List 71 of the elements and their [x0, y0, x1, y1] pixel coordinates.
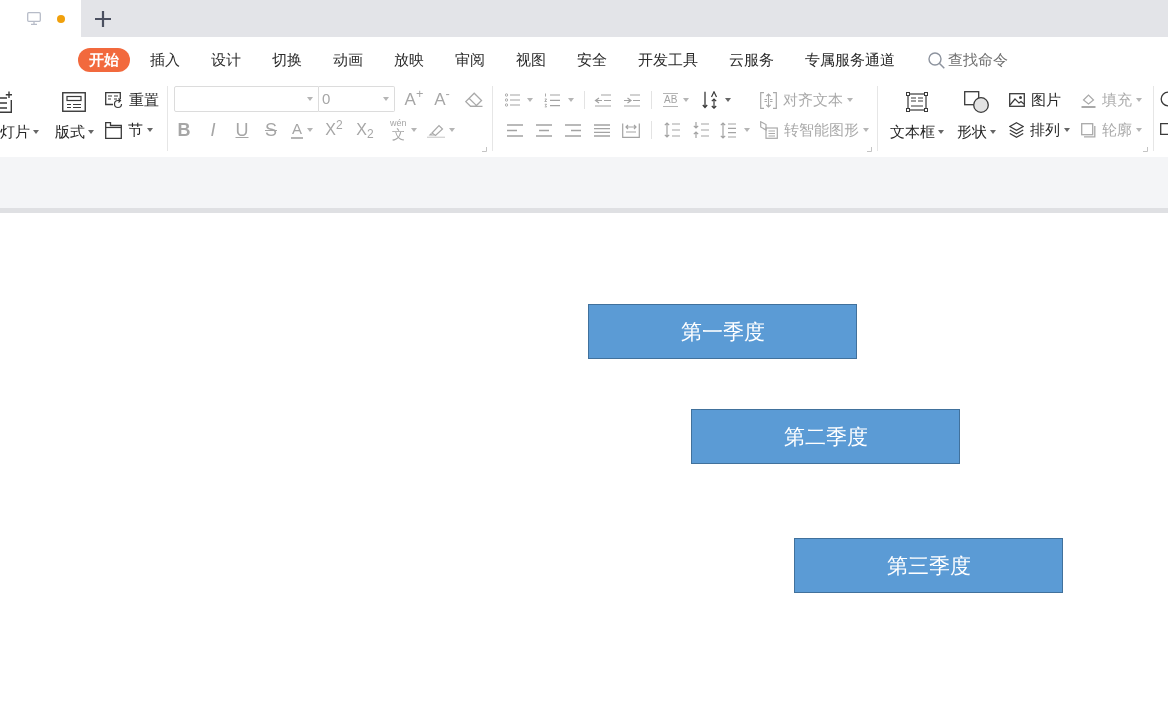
caret-icon: [744, 128, 750, 132]
reset-button[interactable]: 重置: [105, 87, 159, 113]
monitor-icon: [27, 12, 41, 25]
line-spacing-button[interactable]: [720, 121, 750, 139]
ribbon-tab[interactable]: 审阅: [444, 48, 496, 72]
rectangle-shape: 第三季度: [794, 538, 1063, 593]
search-field[interactable]: 查找命令: [928, 48, 1014, 72]
ribbon-tab[interactable]: 专属服务通道: [794, 48, 906, 72]
outline-icon: [1081, 122, 1096, 138]
caret-icon: [448, 128, 455, 132]
ribbon-tab[interactable]: 设计: [200, 48, 252, 72]
increase-indent-icon[interactable]: [623, 93, 640, 107]
shape-button[interactable]: 形状: [955, 80, 997, 157]
caret-icon: [568, 98, 574, 102]
layout-button[interactable]: 版式: [54, 80, 94, 157]
line-spacing-increase-icon[interactable]: [664, 122, 680, 138]
eraser-icon[interactable]: [465, 91, 483, 107]
caret-icon: [410, 128, 417, 132]
document-tab[interactable]: [0, 0, 81, 37]
align-text-icon: [760, 91, 778, 109]
plus-icon[interactable]: [95, 10, 111, 27]
ribbon-tab[interactable]: 插入: [139, 48, 191, 72]
rectangle-shape: 第二季度: [691, 409, 960, 464]
shapes-icon: [963, 91, 989, 113]
ribbon-tab[interactable]: 视图: [505, 48, 557, 72]
ribbon-tab[interactable]: 切换: [261, 48, 313, 72]
caret-icon: [383, 97, 389, 101]
ribbon-tab[interactable]: 安全: [566, 48, 618, 72]
reset-icon: [105, 91, 123, 109]
rectangle-shape: 第一季度: [588, 304, 857, 359]
caret-icon: [307, 128, 313, 132]
picture-button[interactable]: 图片: [1009, 87, 1070, 113]
decrease-indent-icon[interactable]: [594, 93, 611, 107]
align-center-icon[interactable]: [536, 123, 552, 137]
corner-mark-icon[interactable]: [1143, 147, 1148, 152]
line-spacing-icon: [720, 121, 736, 139]
justify-icon[interactable]: [594, 123, 610, 137]
ribbon-tab[interactable]: 云服务: [718, 48, 785, 72]
new-slide-button[interactable]: 灯片: [0, 80, 42, 157]
new-slide-icon: [0, 91, 12, 113]
align-right-icon[interactable]: [565, 123, 581, 137]
caret-icon: [527, 98, 533, 102]
ribbon-tab[interactable]: 开发工具: [627, 48, 709, 72]
corner-mark-icon[interactable]: [482, 147, 487, 152]
arrange-button[interactable]: 排列: [1009, 117, 1070, 143]
paint-bucket-icon: [1081, 92, 1096, 108]
search-icon: [928, 51, 945, 69]
numbering-button[interactable]: [544, 92, 574, 108]
corner-mark-icon[interactable]: [867, 147, 872, 152]
smart-art-icon: [760, 121, 778, 139]
text-direction-button[interactable]: [702, 91, 732, 109]
line-spacing-decrease-icon[interactable]: [693, 122, 709, 138]
picture-icon: [1009, 93, 1025, 107]
caret-icon: [683, 98, 690, 102]
text-box-icon: [906, 92, 928, 112]
layers-icon: [1009, 122, 1024, 138]
ribbon-tab[interactable]: 动画: [322, 48, 374, 72]
vertical-arrows-icon: [702, 91, 720, 109]
bullets-button[interactable]: [505, 93, 533, 107]
caret-icon: [725, 98, 732, 102]
numbered-list-icon: [544, 92, 560, 108]
align-left-icon[interactable]: [507, 123, 523, 137]
section-icon: [105, 121, 122, 139]
section-button[interactable]: 节: [105, 117, 159, 143]
caret-icon: [307, 97, 313, 101]
bullet-list-icon: [505, 93, 520, 107]
highlighter-icon: [426, 122, 445, 138]
ribbon-tab[interactable]: 放映: [383, 48, 435, 72]
layout-icon: [62, 92, 86, 112]
text-box-button[interactable]: 文本框: [889, 80, 945, 157]
distributed-align-icon[interactable]: [622, 122, 640, 138]
